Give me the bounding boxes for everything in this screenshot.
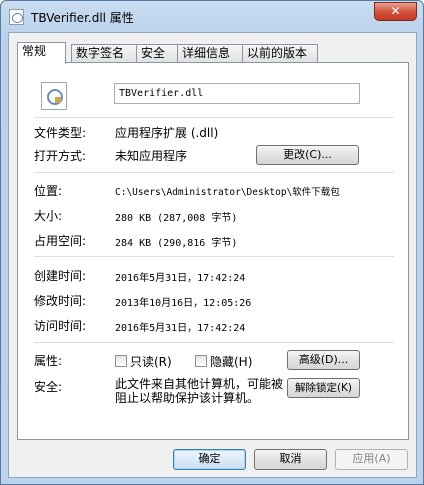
readonly-label[interactable]: 只读(R) [130, 353, 172, 370]
size-label: 大小: [34, 209, 63, 223]
title-bar[interactable]: TBVerifier.dll 属性 ✕ [1, 1, 423, 33]
open-with-label: 打开方式: [34, 149, 87, 163]
readonly-checkbox[interactable] [115, 355, 127, 367]
modified-value: 2013年10月16日，12:05:26 [115, 298, 252, 309]
accessed-label: 访问时间: [34, 319, 87, 333]
file-type-label: 文件类型: [34, 126, 87, 140]
separator [34, 172, 394, 173]
window-title: TBVerifier.dll 属性 [31, 11, 134, 25]
tab-details[interactable]: 详细信息 [177, 44, 243, 63]
security-warning-text: 此文件来自其他计算机，可能被阻止以帮助保护该计算机。 [115, 377, 284, 405]
file-type-value: 应用程序扩展 (.dll) [115, 126, 219, 140]
separator [34, 342, 394, 343]
separator [34, 117, 394, 118]
location-label: 位置: [34, 184, 63, 198]
size-value: 280 KB (287,008 字节) [115, 213, 238, 224]
separator [34, 256, 394, 257]
dll-file-icon [41, 82, 67, 110]
apply-button[interactable]: 应用(A) [335, 449, 408, 470]
attributes-label: 属性: [34, 354, 63, 368]
properties-window: TBVerifier.dll 属性 ✕ 常规 数字签名 安全 详细信息 以前的版… [0, 0, 424, 485]
security-label: 安全: [34, 380, 63, 394]
hidden-label[interactable]: 隐藏(H) [210, 353, 252, 370]
change-button[interactable]: 更改(C)... [256, 145, 359, 165]
size-on-disk-value: 284 KB (290,816 字节) [115, 238, 238, 249]
general-tab-panel: TBVerifier.dll 文件类型: 应用程序扩展 (.dll) 打开方式:… [17, 62, 409, 440]
created-value: 2016年5月31日，17:42:24 [115, 273, 246, 284]
accessed-value: 2016年5月31日，17:42:24 [115, 323, 246, 334]
modified-label: 修改时间: [34, 294, 87, 308]
filename-input[interactable]: TBVerifier.dll [114, 83, 360, 104]
advanced-button[interactable]: 高级(D)... [287, 350, 360, 370]
hidden-checkbox[interactable] [195, 355, 207, 367]
open-with-value: 未知应用程序 [115, 149, 188, 163]
tab-general[interactable]: 常规 [17, 42, 66, 64]
ok-button[interactable]: 确定 [173, 449, 246, 470]
close-button[interactable]: ✕ [374, 2, 417, 21]
tab-security[interactable]: 安全 [136, 44, 178, 63]
location-value: C:\Users\Administrator\Desktop\软件下载包 [115, 187, 340, 198]
tab-digital-signatures[interactable]: 数字签名 [71, 44, 137, 63]
dll-file-icon [9, 9, 24, 25]
tab-previous-versions[interactable]: 以前的版本 [242, 44, 318, 63]
cancel-button[interactable]: 取消 [254, 449, 327, 470]
dialog-client: 常规 数字签名 安全 详细信息 以前的版本 TBVerifier.dll 文件类… [8, 32, 417, 478]
size-on-disk-label: 占用空间: [34, 234, 87, 248]
created-label: 创建时间: [34, 269, 87, 283]
unblock-button[interactable]: 解除锁定(K) [287, 378, 360, 398]
